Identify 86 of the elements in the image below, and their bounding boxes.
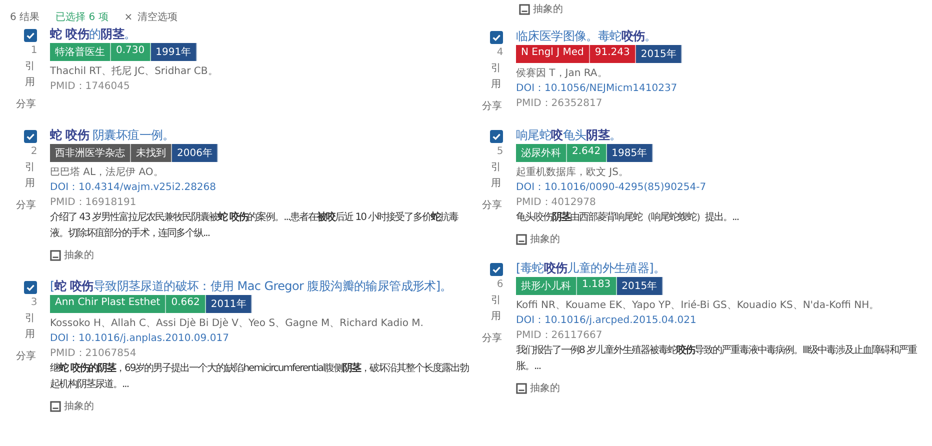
pmid: PMID：26352817: [516, 97, 602, 111]
clear-icon[interactable]: ×: [124, 12, 133, 22]
abstract-snippet: 胀。...: [516, 360, 542, 374]
journal-tag: 0.730: [111, 43, 151, 61]
pmid: PMID：4012978: [516, 196, 596, 210]
abstract-snippet: 继蛇 咬伤的阴茎，69岁的男子提出一个大的缺陷hemicircumferential腹侧阴茎，破坏沿其整个长度露出勃: [50, 361, 469, 376]
clear-selection-link[interactable]: 清空选项: [138, 10, 178, 24]
journal-tag: 西非洲医学杂志: [50, 144, 131, 162]
article-title[interactable]: 响尾蛇咬龟头阴茎。: [516, 127, 622, 144]
book-icon: [50, 400, 61, 412]
book-icon: [50, 250, 61, 260]
share-link[interactable]: 分享: [482, 331, 502, 345]
abstract-snippet: 介绍了 43 岁男性富拉尼农民兼牧民阴囊被蛇 咬伤的案例。...患者在被咬后近 10 小时接受了多价蛇抗毒: [50, 210, 458, 225]
doi-link[interactable]: DOI：10.1016/j.anplas.2010.09.017: [50, 331, 229, 346]
journal-tag: 2015年: [636, 45, 682, 63]
journal-tag: 91.243: [590, 45, 636, 63]
cite-link[interactable]: 引用: [491, 160, 501, 191]
result-number: 3: [30, 297, 38, 308]
abstract-snippet: 我们报告了一例8 岁儿童外生殖器被毒蛇咬伤导致的严重毒液中毒病例。III级中毒涉及止血障碍和严重: [516, 343, 916, 358]
share-link[interactable]: 分享: [482, 198, 502, 212]
checkbox[interactable]: [24, 29, 36, 42]
pmid: PMID：16918191: [50, 196, 136, 210]
journal-tag: 1991年: [150, 43, 198, 61]
abstract-snippet: 龟头咬伤阴茎由西部菱背响尾蛇（响尾蛇蝮蛇）提出。...: [516, 210, 739, 225]
authors: 巴巴塔 AL，法尼伊 AO。: [50, 166, 164, 180]
result-number: 6: [496, 279, 504, 290]
journal-tag: 0.662: [166, 295, 206, 313]
checkbox[interactable]: [490, 31, 502, 44]
article-title[interactable]: 蛇 咬伤的阴茎。: [50, 26, 136, 43]
journal-tag: 2015年: [616, 277, 664, 295]
cite-link[interactable]: 引用: [491, 61, 501, 92]
share-link[interactable]: 分享: [16, 349, 36, 363]
cite-link[interactable]: 引用: [491, 293, 501, 324]
authors: Kossoko H、Allah C、Assi Djè Bi Djè V、Yeo S、Gagne M、Richard Kadio M.: [50, 317, 424, 331]
article-title[interactable]: 临床医学图像。毒蛇咬伤。: [516, 28, 656, 45]
journal-tag: 2.642: [567, 144, 607, 162]
doi-link[interactable]: DOI：10.4314/wajm.v25i2.28268: [50, 180, 216, 195]
pmid: PMID：26117667: [516, 329, 602, 343]
authors: 起重机数据库，欧文 JS。: [516, 166, 628, 180]
journal-tag: 2011年: [206, 295, 252, 313]
share-link[interactable]: 分享: [482, 99, 502, 113]
book-icon: [519, 4, 530, 14]
doi-link[interactable]: DOI：10.1056/NEJMicm1410237: [516, 81, 678, 96]
checkbox[interactable]: [24, 281, 36, 294]
journal-tag: Ann Chir Plast Esthet: [50, 295, 166, 313]
journal-tag: 泌尿外科: [516, 144, 567, 162]
doi-link[interactable]: DOI：10.1016/j.arcped.2015.04.021: [516, 313, 696, 328]
book-icon: [516, 382, 527, 394]
result-number: 4: [496, 47, 504, 58]
abstract-snippet: 液。切除坏疽部分的手术，连同多个纵...: [50, 226, 211, 241]
abstract-link[interactable]: 抽象的: [530, 381, 560, 395]
journal-tag: N Engl J Med: [516, 45, 590, 63]
result-number: 2: [30, 146, 38, 157]
result-number: 1: [30, 45, 38, 56]
abstract-link[interactable]: 抽象的: [533, 2, 563, 16]
cite-link[interactable]: 引用: [25, 59, 35, 90]
journal-tag: 特洛普医生: [50, 43, 111, 61]
checkbox[interactable]: [490, 263, 502, 276]
article-title[interactable]: 蛇 咬伤 阴囊坏疽一例。: [50, 127, 174, 144]
book-icon: [516, 234, 527, 244]
abstract-link[interactable]: 抽象的: [530, 232, 560, 246]
checkbox[interactable]: [24, 130, 36, 143]
article-title[interactable]: [毒蛇咬伤儿童的外生殖器]。: [516, 260, 666, 277]
doi-link[interactable]: DOI：10.1016/0090-4295(85)90254-7: [516, 180, 706, 195]
selected-count[interactable]: 已选择 6 项: [56, 10, 108, 24]
authors: Koffi NR、Kouame EK、Yapo YP、Irié-Bi GS、Kouadio KS、N'da-Koffi NH。: [516, 299, 880, 313]
cite-link[interactable]: 引用: [25, 311, 35, 342]
abstract-link[interactable]: 抽象的: [64, 248, 94, 262]
journal-tag: 1.183: [577, 277, 617, 295]
journal-tag: 拱形小儿科: [516, 277, 577, 295]
share-link[interactable]: 分享: [16, 97, 36, 111]
checkbox[interactable]: [490, 130, 502, 143]
pmid: PMID：21067854: [50, 347, 136, 361]
authors: 侯赛因 T，Jan RA。: [516, 66, 608, 81]
share-link[interactable]: 分享: [16, 198, 36, 212]
abstract-snippet: 起机构阴茎尿道。...: [50, 378, 130, 392]
journal-tag: 2006年: [172, 144, 218, 162]
journal-tag: 1985年: [606, 144, 654, 162]
pmid: PMID：1746045: [50, 80, 130, 94]
result-number: 5: [496, 146, 504, 157]
results-count: 6 结果: [10, 10, 40, 24]
journal-tag: 未找到: [131, 144, 172, 162]
abstract-link[interactable]: 抽象的: [64, 399, 94, 413]
cite-link[interactable]: 引用: [25, 160, 35, 191]
authors: Thachil RT、托尼 JC、Sridhar CB。: [50, 64, 218, 79]
article-title[interactable]: [蛇 咬伤导致阴茎尿道的破坏：使用 Mac Gregor 腹股沟瓣的输尿管成形术]。: [50, 278, 452, 295]
